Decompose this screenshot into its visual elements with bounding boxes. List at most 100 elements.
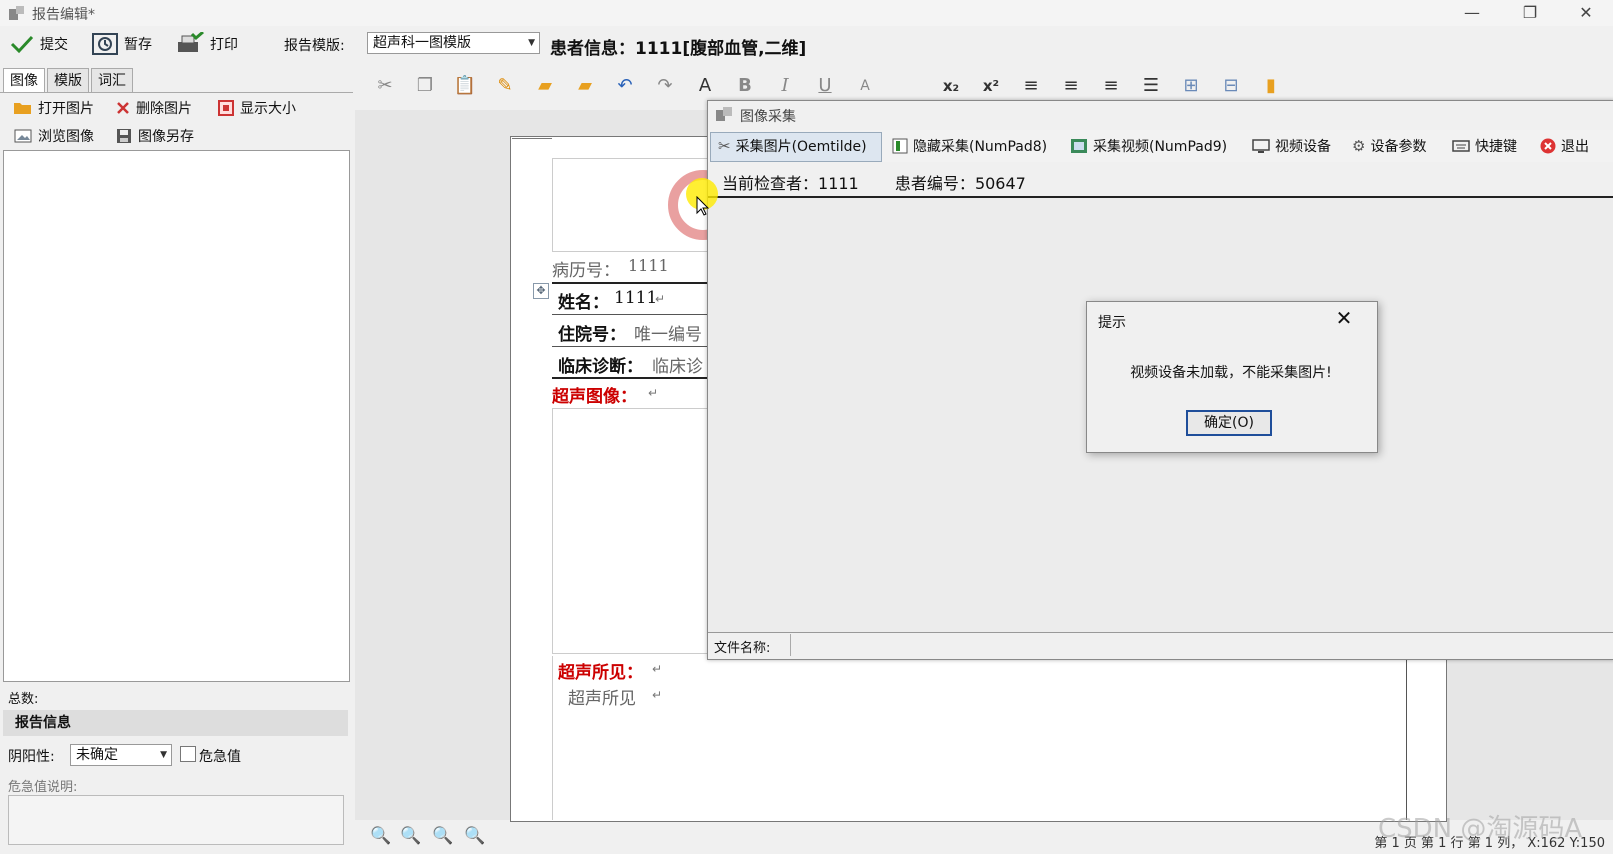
folder-open-icon[interactable]: ▰ — [572, 74, 598, 98]
open-file-icon[interactable]: ▰ — [532, 74, 558, 98]
scissors-icon: ✂ — [718, 137, 731, 155]
open-image-button[interactable]: 打开图片 — [14, 98, 94, 118]
gear-icon: ⚙ — [1352, 137, 1366, 155]
app-icon — [8, 4, 26, 22]
zoom-icon[interactable]: 🔍 — [370, 826, 391, 846]
table-move-handle-icon[interactable]: ✥ — [533, 283, 549, 299]
posneg-label: 阴阳性: — [8, 749, 55, 765]
bold-icon[interactable]: B — [732, 74, 758, 98]
justify-icon[interactable]: ☰ — [1138, 74, 1164, 98]
undo-icon[interactable]: ↶ — [612, 74, 638, 98]
video-capture-icon — [1070, 138, 1088, 154]
window-title: 报告编辑* — [32, 7, 95, 23]
name-label: 姓名： — [558, 293, 609, 313]
hidden-capture-button[interactable]: 隐藏采集(NumPad8) — [892, 134, 1047, 158]
watermark: CSDN @淘源码A — [1378, 814, 1583, 844]
patient-no-value: 50647 — [974, 174, 1026, 193]
chevron-down-icon: ▼ — [160, 750, 167, 760]
print-button[interactable]: 打印 — [176, 30, 238, 58]
chevron-down-icon: ▼ — [528, 38, 535, 48]
dialog-ok-button[interactable]: 确定(O) — [1186, 410, 1272, 436]
filename-divider — [790, 634, 791, 656]
zoom-100-icon[interactable]: 🔍 — [400, 826, 421, 846]
findings-label: 超声所见： — [558, 663, 643, 683]
title-bar — [0, 0, 1613, 26]
hidden-capture-icon — [892, 138, 908, 154]
exit-capture-button[interactable]: 退出 — [1540, 134, 1589, 158]
capture-image-button[interactable]: ✂ 采集图片(Oemtilde) — [718, 134, 867, 158]
capture-window-icon — [716, 106, 734, 122]
copy-icon[interactable]: ❐ — [412, 74, 438, 98]
mouse-pointer-icon — [696, 195, 710, 220]
report-info-header: 报告信息 — [3, 710, 348, 736]
keyboard-icon — [1452, 140, 1470, 152]
clock-icon — [92, 33, 118, 55]
comment-icon[interactable]: ▮ — [1258, 74, 1284, 98]
urgent-desc-textarea[interactable] — [8, 795, 344, 845]
dialog-message: 视频设备未加载，不能采集图片! — [1130, 365, 1332, 381]
cut-icon[interactable]: ✂ — [372, 74, 398, 98]
browse-image-button[interactable]: 浏览图像 — [14, 126, 94, 146]
posneg-select[interactable]: 未确定 ▼ — [70, 744, 172, 766]
template-label: 报告模版: — [284, 38, 345, 54]
return-mark: ↵ — [652, 662, 663, 676]
record-no-value: 1111 — [628, 256, 669, 275]
return-mark: ↵ — [655, 292, 666, 306]
align-center-icon[interactable]: ≡ — [1098, 74, 1124, 98]
align-left-icon[interactable]: ≡ — [1018, 74, 1044, 98]
urgent-value-checkbox[interactable] — [180, 746, 196, 762]
save-draft-button[interactable]: 暂存 — [92, 30, 152, 58]
restore-button[interactable]: ❐ — [1514, 2, 1546, 24]
filename-bar — [708, 632, 1613, 659]
diagnosis-value: 临床诊 — [652, 357, 703, 377]
zoom-in-icon[interactable]: 🔍 — [432, 826, 453, 846]
tab-divider — [0, 92, 353, 93]
folder-icon — [14, 101, 32, 115]
table-split-icon[interactable]: ⊞ — [1178, 74, 1204, 98]
font-color-icon[interactable]: A — [852, 74, 878, 98]
show-size-button[interactable]: 显示大小 — [218, 98, 296, 118]
redo-icon[interactable]: ↷ — [652, 74, 678, 98]
superscript-icon[interactable]: x² — [978, 74, 1004, 98]
dialog-close-icon[interactable]: ✕ — [1332, 306, 1356, 330]
inpatient-label: 住院号： — [558, 325, 626, 345]
underline-icon[interactable]: U — [812, 74, 838, 98]
table-merge-icon[interactable]: ⊟ — [1218, 74, 1244, 98]
video-device-button[interactable]: 视频设备 — [1252, 134, 1331, 158]
save-disk-icon — [116, 128, 132, 144]
findings-section — [552, 656, 1408, 820]
image-thumbnail-list[interactable] — [3, 150, 350, 682]
close-button[interactable]: ✕ — [1570, 2, 1602, 24]
monitor-icon — [1252, 138, 1270, 154]
save-image-as-button[interactable]: 图像另存 — [116, 126, 194, 146]
subscript-icon[interactable]: x₂ — [938, 74, 964, 98]
examiner-value: 1111 — [818, 174, 859, 193]
exit-icon — [1540, 138, 1556, 154]
diagnosis-label: 临床诊断： — [558, 357, 643, 377]
submit-button[interactable]: 提交 — [10, 30, 68, 58]
main-toolbar — [0, 26, 1613, 62]
italic-icon[interactable]: I — [772, 74, 798, 98]
delete-image-button[interactable]: 删除图片 — [116, 98, 192, 118]
tab-vocabulary[interactable]: 词汇 — [91, 68, 133, 93]
tab-image[interactable]: 图像 — [3, 68, 45, 93]
urgent-desc-label: 危急值说明: — [8, 780, 78, 795]
align-right-icon[interactable]: ≡ — [1058, 74, 1084, 98]
minimize-button[interactable]: — — [1456, 2, 1488, 24]
paste-icon[interactable]: 📋 — [452, 74, 478, 98]
urgent-value-label: 危急值 — [199, 749, 241, 765]
font-icon[interactable]: A — [692, 74, 718, 98]
tab-template[interactable]: 模版 — [47, 68, 89, 93]
record-no-label: 病历号： — [552, 261, 620, 281]
page-right-border — [1406, 656, 1407, 820]
format-painter-icon[interactable]: ✎ — [492, 74, 518, 98]
patient-no-label: 患者编号： — [894, 174, 975, 193]
zoom-out-icon[interactable]: 🔍 — [464, 826, 485, 846]
patient-info: 患者信息：1111[腹部血管,二维] — [550, 39, 807, 59]
capture-video-button[interactable]: 采集视频(NumPad9) — [1070, 134, 1227, 158]
template-select[interactable]: 超声科一图模版 ▼ — [367, 32, 540, 54]
device-params-button[interactable]: ⚙ 设备参数 — [1352, 134, 1426, 158]
shortcut-keys-button[interactable]: 快捷键 — [1452, 134, 1517, 158]
return-mark: ↵ — [652, 688, 663, 702]
total-count-label: 总数: — [8, 692, 39, 707]
